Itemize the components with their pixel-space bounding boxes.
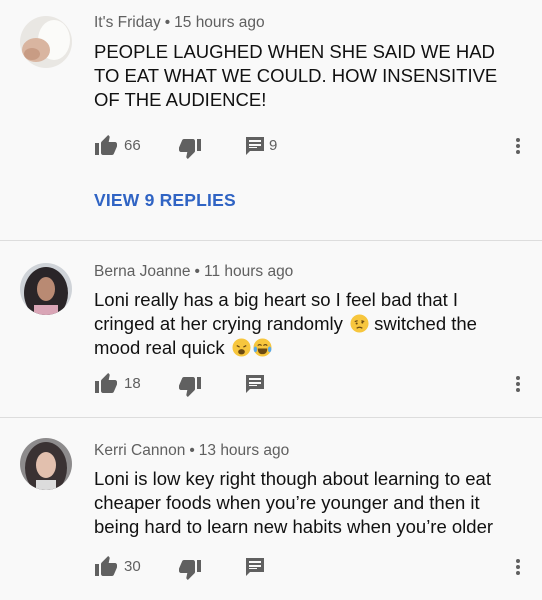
comment-actions: 30	[94, 555, 542, 581]
more-vertical-icon[interactable]	[508, 134, 528, 158]
comment-actions: 18	[94, 372, 542, 398]
reply-count: 9	[269, 137, 278, 154]
timestamp[interactable]: 15 hours ago	[174, 14, 265, 31]
view-replies-button[interactable]: VIEW 9 REPLIES	[94, 190, 236, 211]
thumbs-up-icon[interactable]	[94, 372, 118, 396]
separator: •	[194, 263, 200, 280]
comment-thread: It's Friday • 15 hours ago PEOPLE LAUGHED …	[0, 0, 542, 240]
avatar[interactable]	[20, 438, 72, 490]
thumbs-down-icon[interactable]	[178, 374, 202, 398]
comment-text: PEOPLE LAUGHED WHEN SHE SAID WE HAD TO E…	[94, 41, 498, 110]
avatar-image	[20, 16, 72, 68]
avatar-image	[20, 263, 72, 315]
comment-actions: 66 9	[94, 134, 542, 160]
like-count: 66	[124, 137, 141, 154]
like-count: 30	[124, 558, 141, 575]
thumbs-up-icon[interactable]	[94, 555, 118, 579]
thumbs-down-icon[interactable]	[178, 136, 202, 160]
reply-comment-icon[interactable]	[243, 555, 267, 579]
thumbs-down-icon[interactable]	[178, 557, 202, 581]
thumbs-up-icon[interactable]	[94, 134, 118, 158]
comment-meta: It's Friday • 15 hours ago	[94, 14, 265, 32]
avatar-image	[20, 438, 72, 490]
tears-of-joy-emoji	[253, 338, 272, 357]
author-name[interactable]: It's Friday	[94, 14, 161, 31]
comment-text: Loni is low key right though about learn…	[94, 468, 494, 537]
comment-text: Loni really has a big heart so I feel ba…	[94, 288, 514, 360]
reply-comment-icon[interactable]	[243, 134, 267, 158]
more-vertical-icon[interactable]	[508, 555, 528, 579]
author-name[interactable]: Kerri Cannon	[94, 442, 185, 459]
comment-meta: Kerri Cannon • 13 hours ago	[94, 442, 289, 460]
like-count: 18	[124, 375, 141, 392]
avatar[interactable]	[20, 263, 72, 315]
separator: •	[189, 442, 195, 459]
timestamp[interactable]: 13 hours ago	[199, 442, 290, 459]
woozy-face-emoji	[350, 314, 369, 333]
more-vertical-icon[interactable]	[508, 372, 528, 396]
author-name[interactable]: Berna Joanne	[94, 263, 191, 280]
comment-meta: Berna Joanne • 11 hours ago	[94, 263, 293, 281]
avatar[interactable]	[20, 16, 72, 68]
timestamp[interactable]: 11 hours ago	[204, 263, 293, 280]
weary-face-emoji	[232, 338, 251, 357]
reply-comment-icon[interactable]	[243, 372, 267, 396]
separator: •	[164, 14, 171, 31]
